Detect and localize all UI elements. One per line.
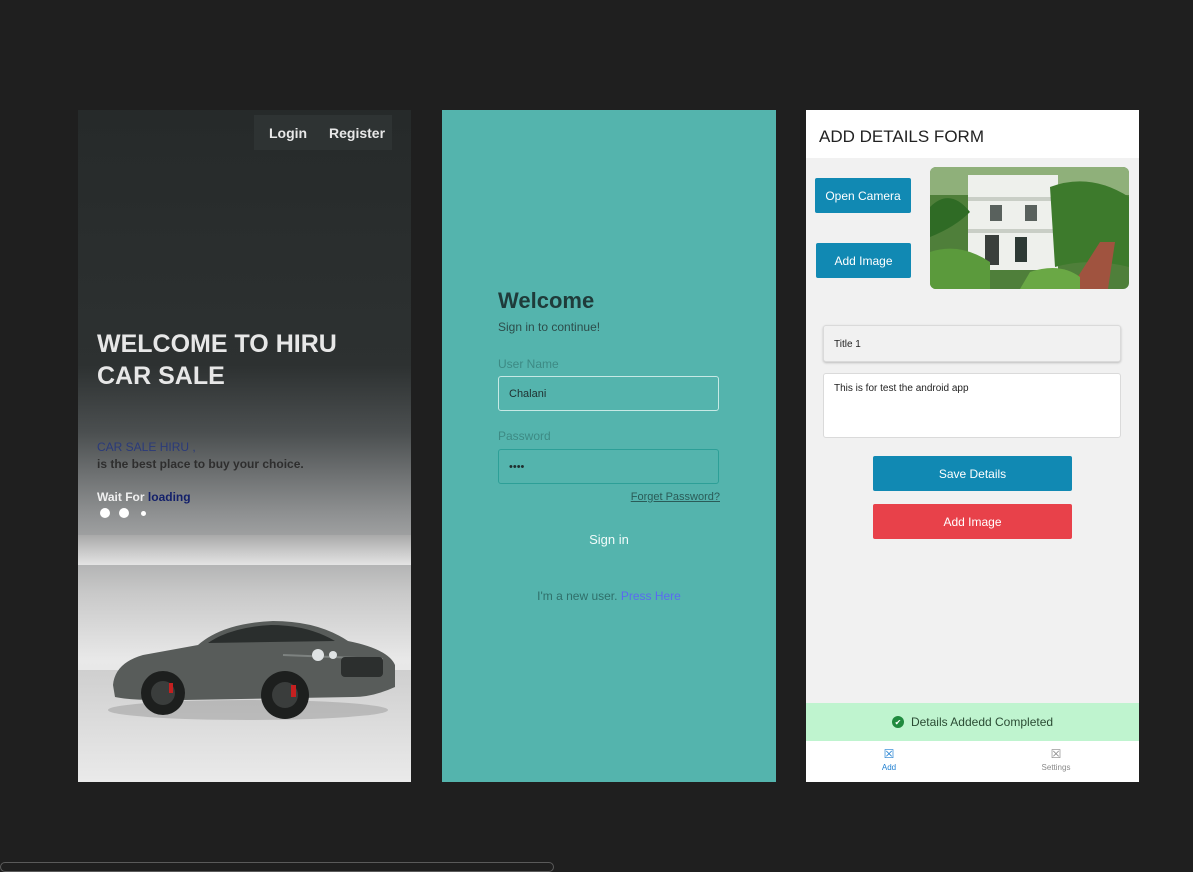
wait-prefix: Wait For — [97, 490, 145, 504]
welcome-heading: Welcome — [498, 288, 595, 313]
top-nav: Login Register — [254, 115, 392, 150]
new-user-text: I'm a new user. Press Here — [442, 589, 776, 603]
forget-password-link[interactable]: Forget Password? — [631, 491, 720, 503]
new-user-label: I'm a new user. — [537, 589, 618, 603]
title-field[interactable]: Title 1 — [823, 325, 1121, 362]
username-label: User Name — [498, 357, 559, 371]
login-link[interactable]: Login — [269, 125, 307, 141]
signin-subtitle: Sign in to continue! — [498, 320, 601, 334]
settings-tab-icon: ☒ — [1050, 747, 1062, 761]
add-tab-icon: ☒ — [883, 747, 895, 761]
add-image-red-button[interactable]: Add Image — [873, 504, 1072, 539]
loading-word: loading — [147, 490, 191, 504]
tab-add[interactable]: ☒ Add — [806, 741, 972, 782]
loading-dot — [119, 508, 129, 518]
page-title: ADD DETAILS FORM — [819, 127, 984, 146]
bottom-tab-bar: ☒ Add ☒ Settings — [806, 741, 1139, 782]
car-image — [108, 621, 395, 720]
description-field[interactable]: This is for test the android app — [823, 373, 1121, 438]
tab-settings[interactable]: ☒ Settings — [973, 741, 1139, 782]
garage-ceiling — [78, 535, 411, 565]
add-details-screen: ADD DETAILS FORM Open Camera Add Image T… — [806, 110, 1139, 782]
add-image-button[interactable]: Add Image — [816, 243, 911, 278]
check-circle-icon: ✔ — [891, 716, 904, 728]
splash-screen: Login Register WELCOME TO HIRU CAR SALE … — [78, 110, 411, 782]
success-toast: ✔ Details Addedd Completed — [806, 703, 1139, 741]
password-label: Password — [498, 429, 551, 443]
brand-subtitle: CAR SALE HIRU , — [97, 440, 196, 454]
signin-screen: Welcome Sign in to continue! User Name C… — [442, 110, 776, 782]
save-details-button[interactable]: Save Details — [873, 456, 1072, 491]
tagline: is the best place to buy your choice. — [97, 457, 304, 471]
register-link[interactable]: Register — [329, 125, 385, 141]
password-field[interactable]: •••• — [498, 449, 719, 484]
tab-settings-label: Settings — [1041, 763, 1071, 772]
house-photo — [930, 167, 1129, 289]
loading-text: Wait For loading — [97, 490, 191, 504]
signin-button[interactable]: Sign in — [442, 532, 776, 547]
welcome-title: WELCOME TO HIRU CAR SALE — [97, 330, 337, 390]
open-camera-button[interactable]: Open Camera — [815, 178, 911, 213]
press-here-link[interactable]: Press Here — [621, 589, 681, 603]
loading-dot — [141, 511, 146, 516]
app-bar: ADD DETAILS FORM — [806, 110, 1139, 158]
tab-add-label: Add — [881, 763, 897, 772]
username-field[interactable]: Chalani — [498, 376, 719, 411]
loading-dot — [100, 508, 110, 518]
window-frame-edge — [0, 862, 554, 872]
toast-message: Details Addedd Completed — [910, 715, 1054, 729]
